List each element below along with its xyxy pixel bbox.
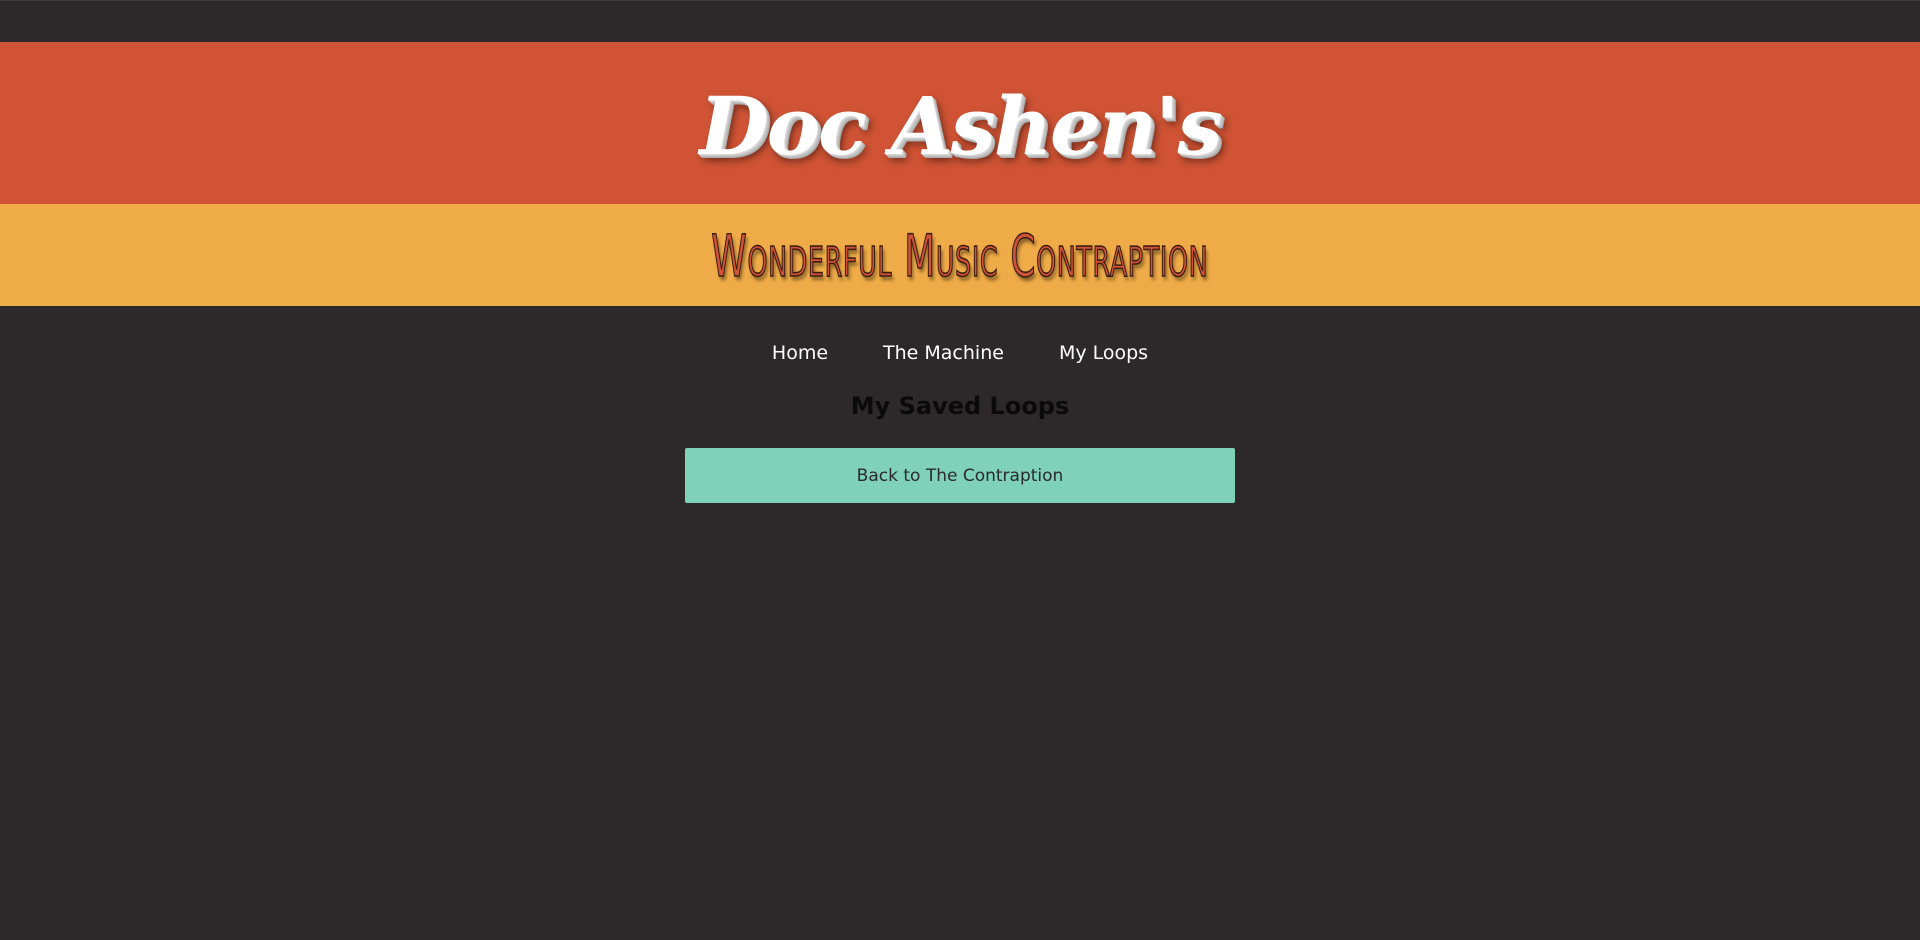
subtitle-band: Wonderful Music Contraption xyxy=(0,204,1920,306)
main-nav: Home The Machine My Loops xyxy=(0,306,1920,370)
site-title: Doc Ashen's xyxy=(699,79,1222,173)
main-content: My Saved Loops Back to The Contraption xyxy=(0,370,1920,503)
back-button-container: Back to The Contraption xyxy=(0,428,1920,503)
back-to-contraption-button[interactable]: Back to The Contraption xyxy=(685,448,1235,503)
site-header: Doc Ashen's Wonderful Music Contraption xyxy=(0,42,1920,306)
site-subtitle: Wonderful Music Contraption xyxy=(711,221,1209,291)
top-strip xyxy=(0,0,1920,42)
nav-link-my-loops[interactable]: My Loops xyxy=(1059,342,1148,370)
nav-link-the-machine[interactable]: The Machine xyxy=(883,342,1004,370)
title-band: Doc Ashen's xyxy=(0,42,1920,204)
page-title: My Saved Loops xyxy=(850,392,1070,420)
nav-link-home[interactable]: Home xyxy=(772,342,828,370)
